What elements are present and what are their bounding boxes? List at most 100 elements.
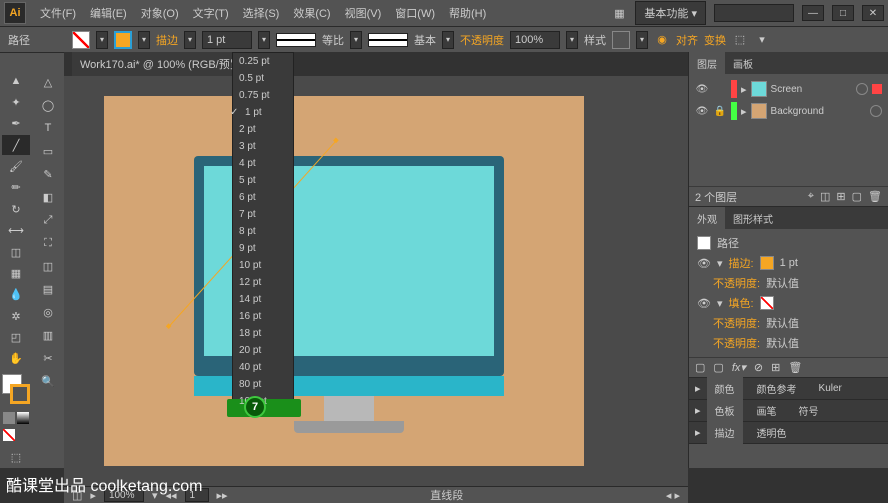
- menu-window[interactable]: 窗口(W): [389, 1, 441, 25]
- lasso-tool[interactable]: ◯: [34, 94, 62, 116]
- menu-edit[interactable]: 编辑(E): [84, 1, 133, 25]
- new-fill-icon[interactable]: ▢: [713, 361, 723, 374]
- arrange-icon[interactable]: ▾: [754, 32, 770, 48]
- stroke-label[interactable]: 描边: [156, 32, 178, 48]
- menu-view[interactable]: 视图(V): [339, 1, 388, 25]
- fill-stroke-control[interactable]: [2, 374, 30, 404]
- style-swatch[interactable]: [612, 31, 630, 49]
- stroke-panel-collapsed[interactable]: ▸ 描边 透明色: [689, 422, 888, 444]
- maximize-button[interactable]: □: [832, 5, 854, 21]
- stroke-color-swatch[interactable]: [760, 256, 774, 270]
- dd-item[interactable]: 4 pt: [233, 155, 293, 172]
- menu-select[interactable]: 选择(S): [237, 1, 286, 25]
- opacity-attr[interactable]: 不透明度:: [713, 275, 760, 291]
- expand-icon[interactable]: ▸: [741, 83, 747, 96]
- stroke-weight-input[interactable]: 1 pt: [202, 31, 252, 49]
- add-effect-icon[interactable]: fx▾: [732, 361, 746, 374]
- target-icon[interactable]: [870, 105, 882, 117]
- scale-tool[interactable]: ⤢: [34, 209, 62, 231]
- free-transform-tool[interactable]: ⛶: [34, 232, 62, 254]
- expand-icon[interactable]: ▸: [695, 404, 701, 417]
- blend-tool[interactable]: ◎: [34, 301, 62, 323]
- menu-object[interactable]: 对象(O): [135, 1, 185, 25]
- dd-item[interactable]: 6 pt: [233, 189, 293, 206]
- opacity-attr[interactable]: 不透明度:: [713, 315, 760, 331]
- rotate-tool[interactable]: ↻: [2, 199, 30, 219]
- appearance-tab[interactable]: 外观: [689, 207, 725, 230]
- layers-tab[interactable]: 图层: [689, 52, 725, 75]
- duplicate-icon[interactable]: ⊞: [771, 361, 780, 374]
- rectangle-tool[interactable]: ▭: [34, 140, 62, 162]
- stroke-attr[interactable]: 描边:: [729, 255, 754, 271]
- search-input[interactable]: [714, 4, 794, 22]
- new-stroke-icon[interactable]: ▢: [695, 361, 705, 374]
- pen-tool[interactable]: ✒: [2, 114, 30, 134]
- dd-item[interactable]: 14 pt: [233, 291, 293, 308]
- dd-item[interactable]: 20 pt: [233, 342, 293, 359]
- line-tool[interactable]: ╱: [2, 135, 30, 155]
- dd-item[interactable]: 10 pt: [233, 257, 293, 274]
- eraser-tool[interactable]: ◧: [34, 186, 62, 208]
- zoom-tool[interactable]: 🔍: [34, 370, 62, 392]
- column-graph-tool[interactable]: ▥: [34, 324, 62, 346]
- dd-item[interactable]: 12 pt: [233, 274, 293, 291]
- delete-layer-icon[interactable]: 🗑: [868, 190, 882, 203]
- opacity-input[interactable]: 100%: [510, 31, 560, 49]
- dd-item[interactable]: 8 pt: [233, 223, 293, 240]
- minimize-button[interactable]: —: [802, 5, 824, 21]
- menu-type[interactable]: 文字(T): [187, 1, 235, 25]
- blob-brush-tool[interactable]: ✏: [2, 178, 30, 198]
- paintbrush-tool[interactable]: 🖌: [2, 156, 30, 176]
- color-panel-collapsed[interactable]: ▸ 颜色 颜色参考 Kuler: [689, 378, 888, 400]
- stroke-weight-dropdown[interactable]: ▾: [258, 31, 270, 49]
- dd-item[interactable]: 18 pt: [233, 325, 293, 342]
- target-icon[interactable]: [856, 83, 868, 95]
- hand-tool[interactable]: ✋: [2, 349, 30, 369]
- bridge-icon[interactable]: ▦: [611, 5, 627, 21]
- dd-item[interactable]: 0.25 pt: [233, 53, 293, 70]
- dd-item[interactable]: 9 pt: [233, 240, 293, 257]
- width-tool[interactable]: ⟷: [2, 221, 30, 241]
- eyedropper-tool[interactable]: 💧: [2, 285, 30, 305]
- expand-icon[interactable]: ▸: [695, 382, 701, 395]
- dd-item[interactable]: 5 pt: [233, 172, 293, 189]
- stroke-weight[interactable]: 1 pt: [780, 257, 798, 269]
- delete-icon[interactable]: 🗑: [788, 361, 802, 374]
- screen-mode[interactable]: ⬚: [2, 448, 30, 468]
- close-button[interactable]: ✕: [862, 5, 884, 21]
- new-layer-icon[interactable]: ▢: [852, 190, 862, 203]
- selection-tool[interactable]: ▲: [2, 71, 30, 91]
- isolate-icon[interactable]: ⬚: [732, 32, 748, 48]
- dd-item[interactable]: 0.5 pt: [233, 70, 293, 87]
- menu-effect[interactable]: 效果(C): [287, 1, 336, 25]
- shape-builder-tool[interactable]: ◫: [2, 242, 30, 262]
- swatch-panel-collapsed[interactable]: ▸ 色板 画笔 符号: [689, 400, 888, 422]
- clip-icon[interactable]: ◫: [820, 190, 830, 203]
- fill-color-swatch[interactable]: [760, 296, 774, 310]
- dd-item[interactable]: 80 pt: [233, 376, 293, 393]
- dd-item[interactable]: 0.75 pt: [233, 87, 293, 104]
- brush-def[interactable]: [368, 33, 408, 47]
- menu-help[interactable]: 帮助(H): [443, 1, 492, 25]
- dd-item[interactable]: 3 pt: [233, 138, 293, 155]
- dd-item[interactable]: 7 pt: [233, 206, 293, 223]
- align-link[interactable]: 对齐: [676, 32, 698, 48]
- dd-item[interactable]: 1 pt: [233, 104, 293, 121]
- new-sublayer-icon[interactable]: ⊞: [836, 190, 845, 203]
- brush-dropdown[interactable]: ▾: [442, 31, 454, 49]
- type-tool[interactable]: T: [34, 117, 62, 139]
- stroke-swatch[interactable]: [114, 31, 132, 49]
- dd-item[interactable]: 40 pt: [233, 359, 293, 376]
- dd-item[interactable]: 16 pt: [233, 308, 293, 325]
- pencil-tool[interactable]: ✎: [34, 163, 62, 185]
- lock-icon[interactable]: 🔒: [713, 104, 727, 118]
- workspace-switcher[interactable]: 基本功能 ▾: [635, 1, 706, 25]
- visibility-icon[interactable]: 👁: [697, 257, 711, 270]
- slice-tool[interactable]: ✂: [34, 347, 62, 369]
- expand-icon[interactable]: ▾: [717, 297, 723, 310]
- symbol-sprayer-tool[interactable]: ✲: [2, 306, 30, 326]
- fill-swatch[interactable]: [72, 31, 90, 49]
- opacity-dropdown[interactable]: ▾: [566, 31, 578, 49]
- dd-item[interactable]: 2 pt: [233, 121, 293, 138]
- stroke-profile[interactable]: [276, 33, 316, 47]
